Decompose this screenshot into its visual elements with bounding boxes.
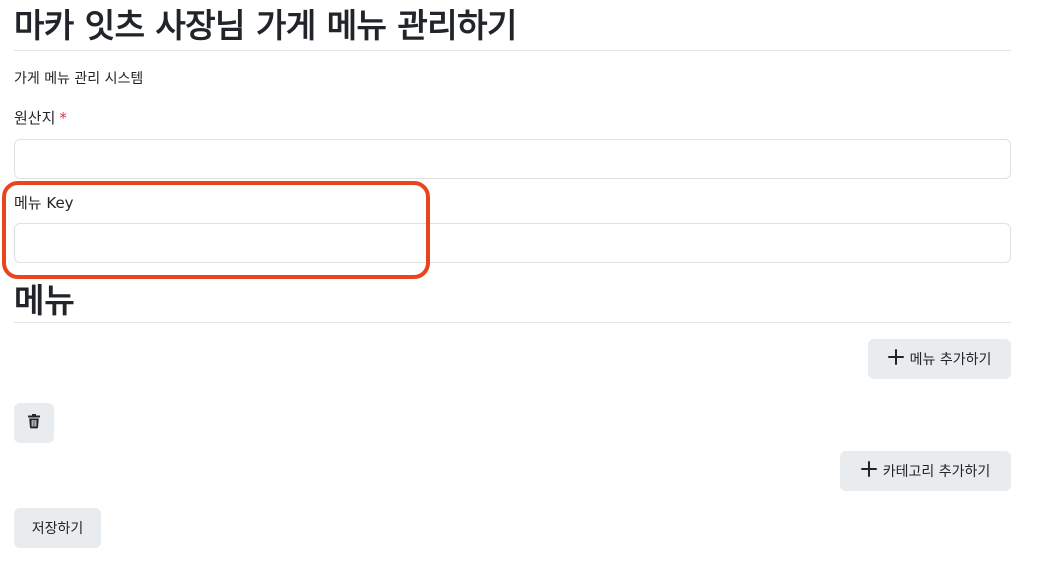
add-category-label: 카테고리 추가하기 <box>882 464 991 480</box>
plus-icon <box>887 349 904 369</box>
save-button[interactable]: 저장하기 <box>14 508 101 548</box>
plus-icon <box>860 461 877 481</box>
trash-icon <box>26 413 42 433</box>
origin-input[interactable] <box>14 139 1011 179</box>
required-mark: * <box>59 109 67 127</box>
origin-label-row: 원산지 * <box>14 108 67 128</box>
delete-button[interactable] <box>14 403 54 443</box>
page: 마카 잇츠 사장님 가게 메뉴 관리하기 가게 메뉴 관리 시스템 원산지 * 메… <box>0 0 1044 567</box>
section-divider <box>14 322 1011 323</box>
save-label: 저장하기 <box>31 521 84 537</box>
page-subtitle: 가게 메뉴 관리 시스템 <box>14 71 144 87</box>
add-menu-button[interactable]: 메뉴 추가하기 <box>868 339 1011 379</box>
menu-section-title: 메뉴 <box>14 281 75 320</box>
menu-key-input[interactable] <box>14 223 1011 263</box>
title-divider <box>14 50 1011 51</box>
add-menu-label: 메뉴 추가하기 <box>909 352 992 368</box>
origin-label: 원산지 <box>14 109 56 127</box>
add-category-button[interactable]: 카테고리 추가하기 <box>840 451 1011 491</box>
menu-key-label: 메뉴 Key <box>14 194 74 212</box>
page-title: 마카 잇츠 사장님 가게 메뉴 관리하기 <box>14 6 517 45</box>
